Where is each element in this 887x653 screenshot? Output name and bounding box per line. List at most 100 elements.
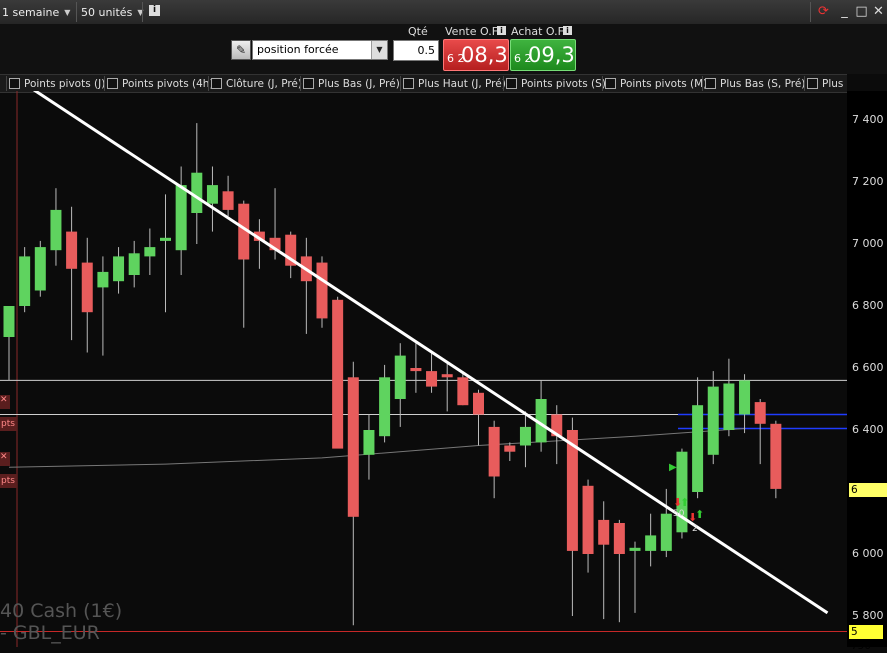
toolbar-divider xyxy=(76,2,77,22)
candle-body xyxy=(739,380,751,415)
indicator-item[interactable]: Points pivots (S) xyxy=(506,76,606,91)
candle-body xyxy=(394,355,406,399)
axis-tick-label: 7 400 xyxy=(852,113,884,126)
buy-arrow-icon: ⬆ xyxy=(680,496,690,509)
buy-label: Achat O.F. xyxy=(511,25,566,38)
indicator-item[interactable]: Points pivots (M) xyxy=(605,76,707,91)
chevron-down-icon[interactable]: ▼ xyxy=(371,41,387,59)
candle-body xyxy=(519,426,531,446)
units-label: 50 unités xyxy=(81,5,133,19)
side-points-button[interactable]: pts xyxy=(0,474,17,488)
indicator-item[interactable]: Points pivots (4h) xyxy=(107,76,214,91)
indicator-label: Points pivots (S) xyxy=(521,77,606,90)
axis-tick-label: 5 800 xyxy=(852,609,884,622)
axis-tick-label: 6 800 xyxy=(852,299,884,312)
candle-body xyxy=(504,445,516,452)
candle-body xyxy=(50,209,62,251)
checkbox[interactable] xyxy=(107,78,118,89)
refresh-icon[interactable]: ⟳ xyxy=(815,3,832,20)
wrench-icon[interactable]: ✎ xyxy=(231,40,251,60)
candle-body xyxy=(379,377,391,437)
candle-body xyxy=(206,185,218,204)
minimize-icon[interactable]: _ xyxy=(836,3,853,20)
indicator-item[interactable]: Plus H xyxy=(807,76,847,91)
indicator-label: Points pivots (M) xyxy=(620,77,708,90)
indicator-label: Points pivots (4h) xyxy=(122,77,214,90)
axis-tick-label: 6 400 xyxy=(852,423,884,436)
close-order-icon[interactable]: ✕ xyxy=(0,452,10,466)
buy-price: 09,3 xyxy=(528,43,575,67)
candle-body xyxy=(613,523,625,554)
watermark-instrument: 40 Cash (1€) xyxy=(0,600,123,622)
entry-marker-icon: ▶ xyxy=(669,462,677,473)
indicator-divider xyxy=(702,76,703,91)
checkbox[interactable] xyxy=(807,78,818,89)
candle-body xyxy=(754,402,766,424)
buy-arrow-icon: ⬆ xyxy=(695,508,705,521)
candle-body xyxy=(723,383,735,430)
close-order-icon[interactable]: ✕ xyxy=(0,395,10,409)
indicator-label: Plus Bas (J, Pré) xyxy=(318,77,400,90)
period-select[interactable]: 1 semaine ▼ xyxy=(2,2,70,22)
candle-body xyxy=(128,253,140,275)
candle-body xyxy=(175,185,187,251)
units-select[interactable]: 50 unités ▼ xyxy=(81,2,143,22)
indicator-item[interactable]: Plus Bas (J, Pré) xyxy=(303,76,400,91)
axis-tick-label: 6 600 xyxy=(852,361,884,374)
indicator-divider xyxy=(400,76,401,91)
maximize-icon[interactable]: □ xyxy=(853,3,870,20)
checkbox[interactable] xyxy=(9,78,20,89)
candle-body xyxy=(222,191,234,210)
qty-input[interactable]: 0.5 xyxy=(393,40,439,61)
price-chart[interactable] xyxy=(0,91,847,647)
buy-count: 2 xyxy=(692,524,698,534)
checkbox[interactable] xyxy=(403,78,414,89)
indicator-divider xyxy=(503,76,504,91)
candle-body xyxy=(629,547,641,551)
candle-body xyxy=(488,426,500,477)
candle-body xyxy=(363,430,375,455)
candle-body xyxy=(645,535,657,551)
indicator-item[interactable]: Plus Haut (J, Pré) xyxy=(403,76,506,91)
buy-button[interactable]: 6 2 09,3 xyxy=(510,39,576,71)
checkbox[interactable] xyxy=(506,78,517,89)
watermark-ticker: - GBL_EUR xyxy=(0,622,100,644)
candle-body xyxy=(66,231,78,269)
indicator-divider xyxy=(208,76,209,91)
checkbox[interactable] xyxy=(705,78,716,89)
candle-body xyxy=(598,519,610,545)
info-icon[interactable]: i xyxy=(497,26,506,35)
top-toolbar: 1 semaine ▼ 50 unités ▼ i ⟳ _ □ ✕ xyxy=(0,0,887,25)
info-icon[interactable]: i xyxy=(563,26,572,35)
close-icon[interactable]: ✕ xyxy=(870,3,887,20)
checkbox[interactable] xyxy=(605,78,616,89)
indicator-label: Plus Bas (S, Pré) xyxy=(720,77,806,90)
indicator-label: Plus H xyxy=(822,77,847,90)
period-label: 1 semaine xyxy=(2,5,60,19)
checkbox[interactable] xyxy=(211,78,222,89)
candle-body xyxy=(473,392,484,415)
candle-body xyxy=(81,262,93,313)
sell-button[interactable]: 6 2 08,3 xyxy=(443,39,509,71)
info-icon[interactable]: i xyxy=(149,5,160,16)
indicator-divider xyxy=(602,76,603,91)
candle-body xyxy=(457,377,469,406)
qty-label: Qté xyxy=(408,25,428,38)
checkbox[interactable] xyxy=(303,78,314,89)
candle-body xyxy=(144,247,156,257)
axis-tick-label: 7 200 xyxy=(852,175,884,188)
indicator-item[interactable]: Clôture (J, Pré) xyxy=(211,76,302,91)
side-points-button[interactable]: pts xyxy=(0,417,17,431)
indicator-item[interactable]: Plus Bas (S, Pré) xyxy=(705,76,805,91)
candle-body xyxy=(316,262,328,319)
toolbar-divider xyxy=(142,2,143,22)
sell-count: 50 xyxy=(673,509,685,519)
indicator-divider xyxy=(104,76,105,91)
toolbar-divider xyxy=(810,2,811,22)
order-mode-select[interactable]: position forcée ▼ xyxy=(252,40,388,60)
indicator-divider xyxy=(804,76,805,91)
indicator-divider xyxy=(300,76,301,91)
indicator-label: Plus Haut (J, Pré) xyxy=(418,77,506,90)
indicator-item[interactable]: Points pivots (J) xyxy=(9,76,105,91)
axis-tick-label: 6 000 xyxy=(852,547,884,560)
